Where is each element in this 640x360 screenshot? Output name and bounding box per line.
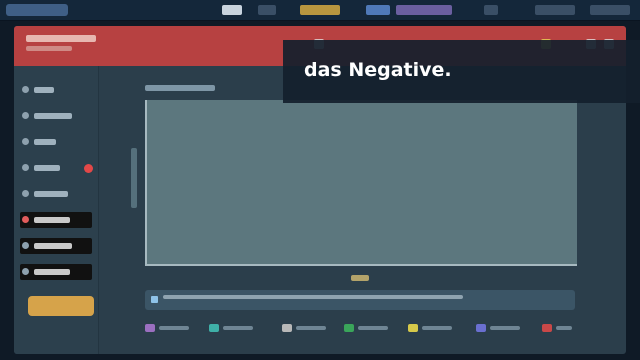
sidebar-item[interactable] [20,82,92,98]
legend-item[interactable] [344,323,392,333]
circle-icon [22,164,29,171]
legend-swatch [476,324,486,332]
legend-label [223,326,253,330]
sidebar-item[interactable] [20,238,92,254]
legend-swatch [145,324,155,332]
os-status-chip[interactable] [396,5,452,15]
chart-title [145,85,215,91]
sidebar-item-label [34,269,70,275]
legend-item[interactable] [145,323,193,333]
legend-label [159,326,189,330]
circle-icon [22,112,29,119]
sidebar-item-label [34,139,56,145]
sidebar-item-label [34,243,72,249]
caption-text: das Negative. [304,59,452,81]
circle-icon [22,216,29,223]
circle-icon [22,190,29,197]
legend-item[interactable] [209,323,257,333]
sidebar-item-label [34,217,70,223]
os-indicator-icon[interactable] [484,5,498,15]
chart-x-axis-label [351,275,369,281]
circle-icon [22,86,29,93]
os-status-chip[interactable] [300,5,340,15]
sidebar-item[interactable] [20,108,92,124]
legend-label [490,326,520,330]
sidebar [14,66,99,354]
legend-swatch [344,324,354,332]
os-clock [590,5,630,15]
legend-swatch [209,324,219,332]
legend-swatch [408,324,418,332]
os-logo[interactable] [6,4,68,16]
os-taskbar [0,0,640,21]
sidebar-item-active[interactable] [20,212,92,228]
sidebar-item[interactable] [20,160,93,176]
info-bar [145,290,575,310]
legend-item[interactable] [408,323,456,333]
legend-label [422,326,452,330]
info-text [163,295,463,299]
chart-y-axis-label [131,148,137,208]
legend-swatch [282,324,292,332]
sidebar-item-label [34,165,60,171]
circle-icon [22,138,29,145]
sidebar-item-label [34,191,68,197]
sidebar-item[interactable] [20,186,92,202]
sidebar-item-label [34,113,72,119]
legend-item[interactable] [542,323,590,333]
sidebar-item[interactable] [20,134,92,150]
app-logo-subtitle [26,46,72,51]
circle-icon [22,242,29,249]
legend-item[interactable] [476,323,524,333]
os-status-chip[interactable] [366,5,390,15]
legend-label [358,326,388,330]
legend-label [296,326,326,330]
legend-label [556,326,572,330]
app-logo [26,35,96,42]
legend-swatch [542,324,552,332]
sidebar-item[interactable] [20,264,92,280]
chart-plot-area[interactable] [145,100,577,266]
sidebar-item-label [34,87,54,93]
os-indicator-icon[interactable] [222,5,242,15]
legend-item[interactable] [282,323,330,333]
alert-badge [84,164,93,173]
sidebar-action-button[interactable] [28,296,94,316]
os-indicator-icon[interactable] [258,5,276,15]
subtitle-caption: das Negative. [283,40,640,103]
circle-icon [22,268,29,275]
os-status-chip[interactable] [535,5,575,15]
info-icon [151,296,158,303]
